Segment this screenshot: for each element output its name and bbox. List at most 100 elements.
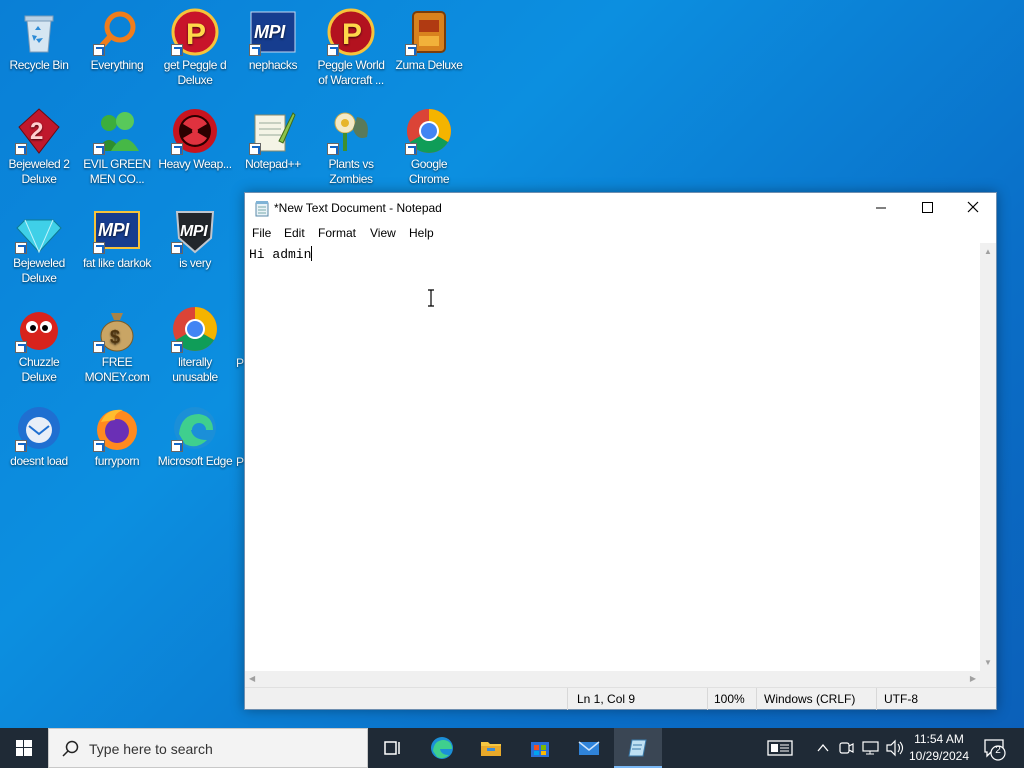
status-divider <box>707 688 708 710</box>
desktop-icon-is-very[interactable]: MPI is very <box>156 198 234 271</box>
title-bar[interactable]: *New Text Document - Notepad <box>245 193 996 223</box>
minimize-button[interactable] <box>858 193 904 223</box>
icon-label: Google Chrome <box>408 157 450 186</box>
horizontal-scrollbar[interactable]: ◀ ▶ <box>245 671 980 687</box>
desktop-icon-bejeweled-deluxe[interactable]: Bejeweled Deluxe <box>0 198 78 286</box>
close-button[interactable] <box>950 193 996 223</box>
peggle-icon: P <box>171 8 219 56</box>
desktop-icon-recycle-bin[interactable]: Recycle Bin <box>0 0 78 73</box>
icon-label: EVIL GREEN MEN CO... <box>83 157 151 186</box>
clock-date: 10/29/2024 <box>908 749 970 763</box>
desktop-icon-fat-like-darkok[interactable]: MPI fat like darkok <box>78 198 156 271</box>
desktop-icon-nephacks[interactable]: MPI nephacks <box>234 0 312 73</box>
menu-format[interactable]: Format <box>318 226 356 240</box>
scroll-up-icon[interactable]: ▲ <box>984 247 992 256</box>
notepad-plus-plus-icon <box>249 107 297 155</box>
notepad-window[interactable]: *New Text Document - Notepad File Edit F… <box>244 192 997 710</box>
shortcut-arrow-icon <box>171 440 183 452</box>
partial-icon-label[interactable]: P <box>236 455 244 469</box>
taskbar-notepad[interactable] <box>614 728 662 768</box>
desktop-icon-microsoft-edge[interactable]: Microsoft Edge <box>156 396 234 469</box>
taskbar-search-box[interactable]: Type here to search <box>48 728 368 768</box>
svg-text:MPI: MPI <box>180 223 208 240</box>
status-position: Ln 1, Col 9 <box>577 692 636 706</box>
bejeweled-gem-icon <box>15 206 63 254</box>
shortcut-arrow-icon <box>249 143 261 155</box>
svg-text:MPI: MPI <box>98 220 130 240</box>
taskbar-edge[interactable] <box>418 728 466 768</box>
menu-view[interactable]: View <box>370 226 396 240</box>
search-placeholder: Type here to search <box>89 741 213 757</box>
menu-file[interactable]: File <box>252 226 271 240</box>
shortcut-arrow-icon <box>93 242 105 254</box>
task-view-icon <box>384 741 400 755</box>
scroll-right-icon[interactable]: ▶ <box>970 674 976 683</box>
shortcut-arrow-icon <box>171 242 183 254</box>
shortcut-arrow-icon <box>15 440 27 452</box>
status-divider <box>567 688 568 710</box>
zuma-icon <box>405 8 453 56</box>
windows-logo-icon <box>16 740 32 756</box>
desktop-icon-chuzzle-deluxe[interactable]: Chuzzle Deluxe <box>0 297 78 385</box>
desktop-icon-doesnt-load[interactable]: doesnt load <box>0 396 78 469</box>
shortcut-arrow-icon <box>405 44 417 56</box>
notepad-icon <box>255 201 269 217</box>
text-caret <box>311 246 313 261</box>
icon-label: is very <box>179 256 211 270</box>
menu-help[interactable]: Help <box>409 226 434 240</box>
text-editor-area[interactable]: Hi admin <box>245 243 980 671</box>
menu-bar: File Edit Format View Help <box>245 223 996 243</box>
text-cursor-icon <box>428 289 434 307</box>
shortcut-arrow-icon <box>405 143 417 155</box>
shortcut-arrow-icon <box>93 44 105 56</box>
desktop-icon-get-peggle-deluxe[interactable]: P get Peggle d Deluxe <box>156 0 234 88</box>
desktop-icon-furryporn[interactable]: furryporn <box>78 396 156 469</box>
icon-label: Notepad++ <box>245 157 301 171</box>
chrome-icon <box>405 107 453 155</box>
shortcut-arrow-icon <box>327 44 339 56</box>
mpi-icon: MPI <box>93 206 141 254</box>
taskbar-mail[interactable] <box>565 728 613 768</box>
news-and-interests-button[interactable] <box>760 728 800 768</box>
status-zoom: 100% <box>714 692 745 706</box>
task-view-button[interactable] <box>368 728 416 768</box>
meet-now-button[interactable] <box>836 728 856 768</box>
svg-text:P: P <box>342 18 362 51</box>
taskbar-clock[interactable]: 11:54 AM 10/29/2024 <box>900 731 978 765</box>
maximize-button[interactable] <box>904 193 950 223</box>
desktop-icon-bejeweled-2[interactable]: 2 Bejeweled 2 Deluxe <box>0 99 78 187</box>
shortcut-arrow-icon <box>15 242 27 254</box>
taskbar-file-explorer[interactable] <box>467 728 515 768</box>
close-icon <box>967 201 979 213</box>
desktop-icon-everything[interactable]: Everything <box>78 0 156 73</box>
desktop-icon-plants-vs-zombies[interactable]: Plants vs Zombies <box>312 99 390 187</box>
scroll-left-icon[interactable]: ◀ <box>249 674 255 683</box>
desktop-icon-heavy-weapon[interactable]: Heavy Weap... <box>156 99 234 172</box>
start-button[interactable] <box>0 728 48 768</box>
desktop-icon-notepad-plus-plus[interactable]: Notepad++ <box>234 99 312 172</box>
desktop-icon-literally-unusable[interactable]: literally unusable <box>156 297 234 385</box>
desktop-icon-evil-green-men[interactable]: EVIL GREEN MEN CO... <box>78 99 156 187</box>
chuzzle-icon <box>15 305 63 353</box>
file-explorer-icon <box>481 742 501 756</box>
mpi-icon: MPI <box>249 8 297 56</box>
partial-icon-label[interactable]: P <box>236 356 244 370</box>
editor-text: Hi admin <box>249 247 312 262</box>
shortcut-arrow-icon <box>171 44 183 56</box>
action-center-button[interactable]: 2 <box>978 728 1024 768</box>
scroll-down-icon[interactable]: ▼ <box>984 658 992 667</box>
firefox-icon <box>93 404 141 452</box>
menu-edit[interactable]: Edit <box>284 226 305 240</box>
desktop-icon-free-money[interactable]: $ FREE MONEY.com <box>78 297 156 385</box>
scrollbar-corner <box>980 671 996 687</box>
taskbar-store[interactable] <box>516 728 564 768</box>
desktop-icon-peggle-wow[interactable]: P Peggle World of Warcraft ... <box>312 0 390 88</box>
desktop-icon-zuma-deluxe[interactable]: Zuma Deluxe <box>390 0 468 73</box>
vertical-scrollbar[interactable]: ▲ ▼ <box>980 243 996 671</box>
show-hidden-icons-button[interactable] <box>812 728 834 768</box>
edge-icon <box>171 404 219 452</box>
mpi-shield-icon: MPI <box>171 206 219 254</box>
network-button[interactable] <box>860 728 882 768</box>
desktop-icon-google-chrome[interactable]: Google Chrome <box>390 99 468 187</box>
icon-label: fat like darkok <box>82 256 152 270</box>
